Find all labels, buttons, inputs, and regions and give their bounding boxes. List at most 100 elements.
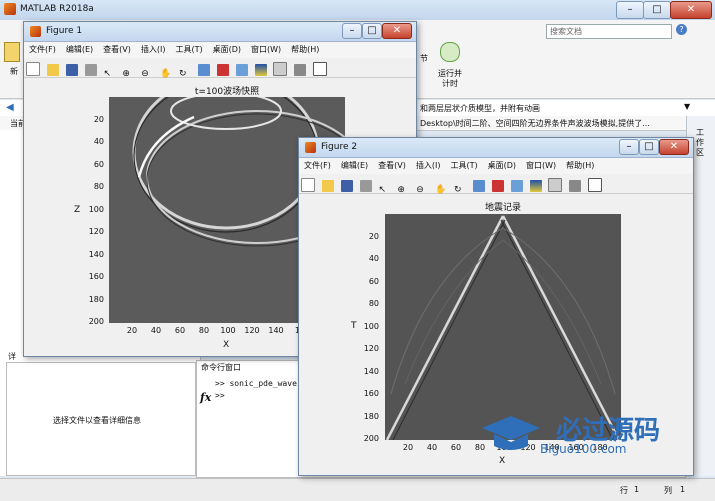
- menu-insert[interactable]: 插入(I): [411, 158, 446, 171]
- print-icon[interactable]: [84, 64, 97, 76]
- xtick: 80: [198, 326, 210, 335]
- workspace-label[interactable]: 工作区: [696, 128, 706, 158]
- back-arrow-icon[interactable]: ◀: [6, 102, 14, 113]
- hide-tools-icon[interactable]: [569, 180, 582, 192]
- status-col-label: 列: [664, 486, 672, 495]
- ytick: 60: [93, 160, 104, 169]
- figure2-close-button[interactable]: ✕: [659, 139, 689, 155]
- rotate-icon[interactable]: ↻: [179, 69, 191, 81]
- ytick: 40: [368, 254, 379, 263]
- main-title-bar: MATLAB R2018a – □ ✕: [0, 0, 715, 21]
- details-panel: 选择文件以查看详细信息: [6, 362, 196, 476]
- ytick: 140: [88, 250, 104, 259]
- ytick: 180: [363, 412, 379, 421]
- figure2-title-bar[interactable]: Figure 2 – □ ✕: [299, 138, 693, 158]
- ytick: 160: [88, 272, 104, 281]
- save-icon[interactable]: [65, 64, 78, 76]
- new-figure-icon[interactable]: [301, 178, 315, 192]
- status-row-label: 行: [620, 486, 628, 495]
- menu-help[interactable]: 帮助(H): [561, 158, 599, 171]
- menu-window[interactable]: 窗口(W): [246, 42, 286, 55]
- section-label[interactable]: 节: [420, 53, 428, 64]
- open-file-icon[interactable]: [46, 64, 59, 76]
- menu-file[interactable]: 文件(F): [24, 42, 61, 55]
- menu-desktop[interactable]: 桌面(D): [483, 158, 521, 171]
- command-line-2[interactable]: >>: [215, 391, 225, 400]
- xtick: 20: [402, 443, 414, 452]
- maximize-button[interactable]: □: [643, 1, 671, 19]
- zoom-in-icon[interactable]: ⊕: [122, 69, 134, 81]
- menu-view[interactable]: 查看(V): [373, 158, 411, 171]
- file-description-text: 和两层层状介质模型，并附有动画: [420, 104, 540, 113]
- ytick: 80: [368, 299, 379, 308]
- figure1-menu-bar: 文件(F) 编辑(E) 查看(V) 插入(I) 工具(T) 桌面(D) 窗口(W) 帮助(H): [24, 42, 416, 58]
- figure1-minimize-button[interactable]: –: [342, 23, 362, 39]
- xtick: 100: [220, 326, 236, 335]
- show-tools-icon[interactable]: [588, 178, 603, 192]
- menu-edit[interactable]: 编辑(E): [61, 42, 98, 55]
- run-section-icon[interactable]: [440, 42, 460, 62]
- menu-help[interactable]: 帮助(H): [286, 42, 324, 55]
- ytick: 160: [363, 389, 379, 398]
- data-cursor-icon[interactable]: [197, 64, 210, 76]
- new-figure-icon[interactable]: [26, 62, 40, 76]
- menu-window[interactable]: 窗口(W): [521, 158, 561, 171]
- zoom-out-icon[interactable]: ⊖: [416, 185, 428, 197]
- ytick: 200: [88, 317, 104, 326]
- pan-icon[interactable]: ✋: [435, 185, 447, 197]
- figure-logo-icon: [305, 142, 316, 153]
- print-icon[interactable]: [359, 180, 372, 192]
- zoom-in-icon[interactable]: ⊕: [397, 185, 409, 197]
- figure2-maximize-button[interactable]: □: [639, 139, 659, 155]
- hide-tools-icon[interactable]: [294, 64, 307, 76]
- figure2-menu-bar: 文件(F) 编辑(E) 查看(V) 插入(I) 工具(T) 桌面(D) 窗口(W) 帮助(H): [299, 158, 693, 174]
- data-cursor-icon[interactable]: [472, 180, 485, 192]
- figure2-minimize-button[interactable]: –: [619, 139, 639, 155]
- close-button[interactable]: ✕: [670, 1, 712, 19]
- show-tools-icon[interactable]: [313, 62, 328, 76]
- pan-icon[interactable]: ✋: [160, 69, 172, 81]
- rotate-icon[interactable]: ↻: [454, 185, 466, 197]
- colorbar-icon[interactable]: [254, 64, 267, 76]
- brush-icon[interactable]: [491, 180, 504, 192]
- link-icon[interactable]: [510, 180, 523, 192]
- command-window-title: 命令行窗口: [201, 363, 241, 372]
- run-and-time-label-2[interactable]: 计时: [442, 78, 458, 89]
- ytick: 180: [88, 295, 104, 304]
- new-script-icon[interactable]: [4, 42, 20, 62]
- ytick: 20: [93, 115, 104, 124]
- menu-view[interactable]: 查看(V): [98, 42, 136, 55]
- menu-edit[interactable]: 编辑(E): [336, 158, 373, 171]
- zoom-out-icon[interactable]: ⊖: [141, 69, 153, 81]
- open-file-icon[interactable]: [321, 180, 334, 192]
- ytick: 40: [93, 137, 104, 146]
- figure1-title: Figure 1: [46, 26, 83, 36]
- select-arrow-icon[interactable]: ↖: [379, 185, 391, 197]
- figure1-xlabel: X: [223, 340, 230, 350]
- details-placeholder-text: 选择文件以查看详细信息: [53, 416, 141, 425]
- address-dropdown-icon[interactable]: ▼: [684, 102, 690, 111]
- save-icon[interactable]: [340, 180, 353, 192]
- legend-icon[interactable]: [273, 62, 288, 76]
- menu-desktop[interactable]: 桌面(D): [208, 42, 246, 55]
- menu-tools[interactable]: 工具(T): [445, 158, 482, 171]
- figure1-close-button[interactable]: ✕: [382, 23, 412, 39]
- help-icon[interactable]: ?: [676, 24, 687, 35]
- figure2-axes[interactable]: [385, 214, 621, 440]
- minimize-button[interactable]: –: [616, 1, 644, 19]
- link-icon[interactable]: [235, 64, 248, 76]
- ytick: 120: [88, 227, 104, 236]
- figure1-title-bar[interactable]: Figure 1 – □ ✕: [24, 22, 416, 42]
- figure1-maximize-button[interactable]: □: [362, 23, 382, 39]
- fx-icon[interactable]: fx: [200, 391, 211, 404]
- colorbar-icon[interactable]: [529, 180, 542, 192]
- menu-insert[interactable]: 插入(I): [136, 42, 171, 55]
- brush-icon[interactable]: [216, 64, 229, 76]
- menu-tools[interactable]: 工具(T): [170, 42, 207, 55]
- select-arrow-icon[interactable]: ↖: [104, 69, 116, 81]
- figure-logo-icon: [30, 26, 41, 37]
- figure1-toolbar: ↖ ⊕ ⊖ ✋ ↻: [24, 59, 416, 81]
- legend-icon[interactable]: [548, 178, 563, 192]
- menu-file[interactable]: 文件(F): [299, 158, 336, 171]
- search-documentation-input[interactable]: 搜索文档: [546, 24, 672, 39]
